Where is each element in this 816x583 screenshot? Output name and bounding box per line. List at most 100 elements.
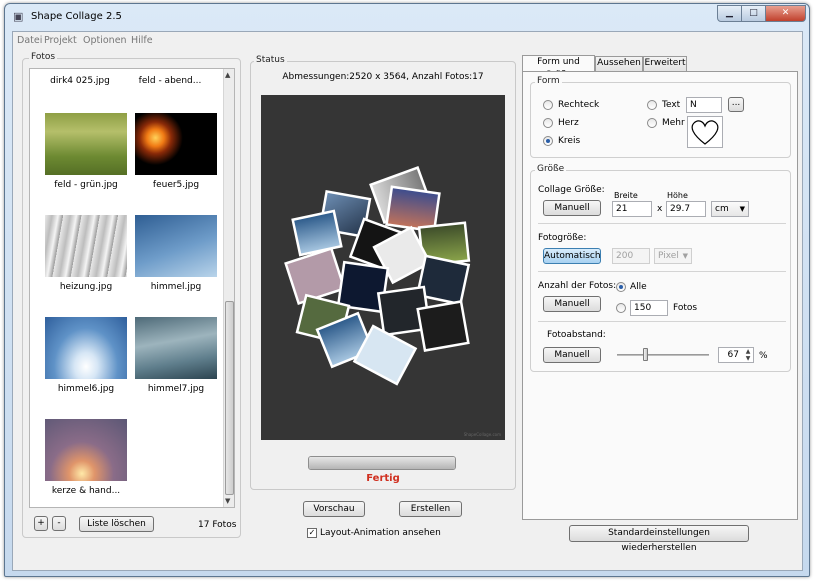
chevron-down-icon: ▼ bbox=[739, 205, 745, 213]
photo-thumb-feuer[interactable] bbox=[135, 113, 217, 175]
size-group: Größe Collage Größe: Manuell Breite Höhe… bbox=[530, 164, 791, 372]
height-input[interactable]: 29.7 bbox=[666, 201, 706, 217]
scroll-down-icon[interactable]: ▼ bbox=[225, 497, 230, 505]
width-label: Breite bbox=[614, 191, 638, 200]
photo-size-unit-value: Pixel bbox=[658, 251, 679, 261]
photo-caption: feld - abend... bbox=[138, 76, 202, 86]
count-all-label: Alle bbox=[630, 282, 647, 292]
custom-shape-preview[interactable] bbox=[687, 116, 723, 148]
menu-bar: Datei Projekt Optionen Hilfe bbox=[13, 32, 802, 49]
spacing-button[interactable]: Manuell bbox=[543, 347, 601, 363]
tab-form-size[interactable]: Form und Größe bbox=[522, 55, 595, 80]
spacing-unit: % bbox=[759, 351, 768, 361]
shape-radio-mehr[interactable] bbox=[647, 118, 657, 128]
photo-thumb-kerze[interactable] bbox=[45, 419, 127, 481]
status-group-label: Status bbox=[254, 55, 287, 65]
photos-group-label: Fotos bbox=[29, 52, 58, 62]
shape-label-herz: Herz bbox=[558, 118, 579, 128]
scroll-up-icon[interactable]: ▲ bbox=[225, 71, 230, 79]
shape-label-text: Text bbox=[662, 100, 681, 110]
divider bbox=[538, 223, 786, 224]
count-radio-custom[interactable] bbox=[616, 303, 626, 313]
photo-list-scrollbar[interactable]: ▲ ▼ bbox=[223, 69, 234, 507]
app-window: ▣ Shape Collage 2.5 ▁ □ ✕ Datei Projekt … bbox=[4, 3, 810, 577]
status-text: Fertig bbox=[366, 473, 400, 484]
divider bbox=[538, 321, 786, 322]
title-bar[interactable]: ▣ Shape Collage 2.5 ▁ □ ✕ bbox=[5, 4, 809, 30]
shape-label-kreis: Kreis bbox=[558, 136, 581, 146]
photo-caption: feld - grün.jpg bbox=[54, 180, 118, 190]
divider bbox=[538, 271, 786, 272]
shape-text-input[interactable]: N bbox=[686, 97, 722, 113]
reset-defaults-button[interactable]: Standardeinstellungen wiederherstellen bbox=[569, 525, 749, 553]
animation-label: Layout-Animation ansehen bbox=[320, 528, 441, 538]
menu-optionen[interactable]: Optionen bbox=[83, 35, 127, 46]
heart-icon bbox=[691, 120, 719, 145]
shape-group-label: Form bbox=[535, 76, 562, 86]
photo-thumb-himmel[interactable] bbox=[135, 215, 217, 277]
collage-size-button[interactable]: Manuell bbox=[543, 200, 601, 216]
collage-size-label: Collage Größe: bbox=[538, 185, 605, 195]
photo-count-button[interactable]: Manuell bbox=[543, 296, 601, 312]
spacing-label: Fotoabstand: bbox=[547, 330, 606, 340]
spacing-slider-thumb[interactable] bbox=[643, 348, 649, 361]
photo-thumb-himmel6[interactable] bbox=[45, 317, 127, 379]
font-browse-button[interactable]: ... bbox=[728, 97, 744, 112]
photo-list[interactable]: dirk4 025.jpg feld - abend... feld - grü… bbox=[29, 68, 235, 508]
spacing-slider-track[interactable] bbox=[617, 354, 709, 356]
photo-size-unit-select[interactable]: Pixel ▼ bbox=[654, 248, 692, 264]
close-button[interactable]: ✕ bbox=[765, 5, 806, 22]
preview-button[interactable]: Vorschau bbox=[303, 501, 365, 517]
photo-caption: himmel7.jpg bbox=[147, 384, 205, 394]
scrollbar-thumb[interactable] bbox=[225, 301, 234, 495]
menu-hilfe[interactable]: Hilfe bbox=[131, 35, 153, 46]
stepper-up-icon[interactable]: ▲ bbox=[743, 348, 753, 355]
svg-text:ShapeCollage.com: ShapeCollage.com bbox=[464, 432, 501, 437]
photo-caption: himmel6.jpg bbox=[57, 384, 115, 394]
width-input[interactable]: 21 bbox=[612, 201, 652, 217]
shape-radio-herz[interactable] bbox=[543, 118, 553, 128]
create-button[interactable]: Erstellen bbox=[399, 501, 462, 517]
maximize-button[interactable]: □ bbox=[741, 5, 766, 22]
animation-checkbox[interactable]: ✓ bbox=[307, 528, 317, 538]
tab-advanced[interactable]: Erweitert bbox=[643, 56, 687, 71]
photo-thumb-feld-gruen[interactable] bbox=[45, 113, 127, 175]
photo-caption: heizung.jpg bbox=[59, 282, 113, 292]
tab-appearance[interactable]: Aussehen bbox=[595, 56, 643, 71]
photo-count-label: Anzahl der Fotos: bbox=[538, 281, 617, 291]
photo-count-input[interactable]: 150 bbox=[630, 300, 668, 316]
size-group-label: Größe bbox=[535, 164, 567, 174]
dimensions-text: Abmessungen:2520 x 3564, Anzahl Fotos:17 bbox=[282, 72, 484, 82]
photo-caption: feuer5.jpg bbox=[152, 180, 200, 190]
spacing-stepper[interactable]: ▲ ▼ bbox=[743, 348, 753, 362]
minimize-button[interactable]: ▁ bbox=[717, 5, 742, 22]
app-icon: ▣ bbox=[13, 10, 24, 23]
clear-list-button[interactable]: Liste löschen bbox=[79, 516, 154, 532]
collage-preview[interactable]: ShapeCollage.com bbox=[261, 95, 505, 440]
photos-group: Fotos dirk4 025.jpg feld - abend... feld… bbox=[22, 52, 241, 538]
shape-label-mehr: Mehr bbox=[662, 118, 685, 128]
window-title: Shape Collage 2.5 bbox=[31, 11, 122, 22]
stepper-down-icon[interactable]: ▼ bbox=[743, 355, 753, 362]
shape-radio-kreis[interactable] bbox=[543, 136, 553, 146]
photo-thumb-heizung[interactable] bbox=[45, 215, 127, 277]
photo-size-button[interactable]: Automatisch bbox=[543, 248, 601, 264]
menu-datei[interactable]: Datei bbox=[17, 35, 42, 46]
times-label: x bbox=[657, 204, 663, 214]
count-radio-all[interactable] bbox=[616, 282, 626, 292]
add-photo-button[interactable]: + bbox=[34, 516, 48, 531]
unit-select[interactable]: cm ▼ bbox=[711, 201, 749, 217]
photo-count: 17 Fotos bbox=[198, 520, 237, 530]
unit-value: cm bbox=[715, 204, 729, 214]
photo-count-unit: Fotos bbox=[673, 303, 698, 313]
shape-radio-rechteck[interactable] bbox=[543, 100, 553, 110]
photo-caption: dirk4 025.jpg bbox=[50, 76, 110, 86]
chevron-down-icon: ▼ bbox=[682, 252, 688, 260]
photo-size-label: Fotogröße: bbox=[538, 233, 587, 243]
photo-thumb-himmel7[interactable] bbox=[135, 317, 217, 379]
remove-photo-button[interactable]: - bbox=[52, 516, 66, 531]
menu-projekt[interactable]: Projekt bbox=[44, 35, 77, 46]
shape-radio-text[interactable] bbox=[647, 100, 657, 110]
photo-size-input[interactable]: 200 bbox=[612, 248, 650, 264]
client-area: Datei Projekt Optionen Hilfe Fotos dirk4… bbox=[12, 31, 803, 571]
